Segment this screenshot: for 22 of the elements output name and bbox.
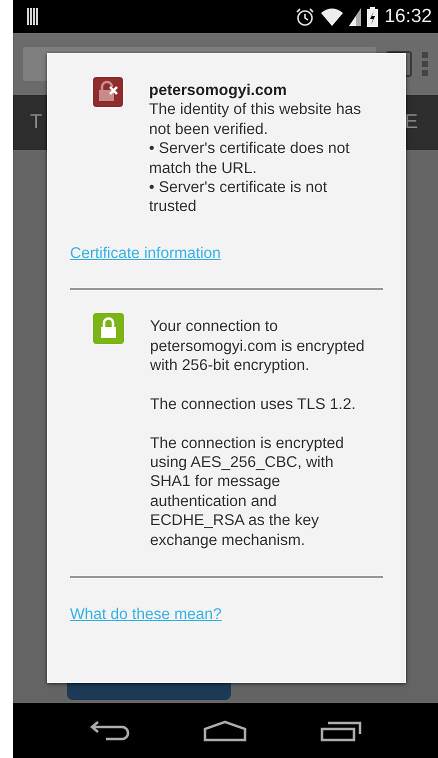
clock-time: 16:32 <box>384 6 432 28</box>
battery-icon <box>367 6 378 26</box>
help-link[interactable]: What do these mean? <box>70 605 222 624</box>
warning-text: • Server's certificate is not trusted <box>149 178 328 217</box>
wifi-icon <box>321 8 344 26</box>
certificate-link[interactable]: Certificate information <box>70 244 221 264</box>
signal-icon <box>349 8 362 26</box>
recent-apps-icon[interactable] <box>320 720 362 742</box>
broken-lock-icon <box>93 77 123 107</box>
site-name: petersomogyi.com <box>149 81 288 100</box>
notification-icon <box>27 8 39 25</box>
warning-text: The identity of this website has not been verified. <box>149 100 362 140</box>
connection-info: The connection is encrypted using AES_256_CBC, with SHA1 for message authentication and ECDHE_RSA as the key exchange mechanism. <box>150 434 345 550</box>
alarm-icon <box>295 6 316 26</box>
back-icon[interactable] <box>90 720 130 742</box>
header-text: T <box>30 111 42 134</box>
home-icon[interactable] <box>202 720 246 742</box>
warning-text: • Server's certificate does not match the URL. <box>149 139 351 178</box>
connection-info: The connection uses TLS 1.2. <box>150 394 357 414</box>
connection-info: Your connection to petersomogyi.com is encrypted with 256-bit encryption. <box>150 317 366 376</box>
header-text: E <box>404 111 418 134</box>
lock-icon <box>93 313 124 344</box>
